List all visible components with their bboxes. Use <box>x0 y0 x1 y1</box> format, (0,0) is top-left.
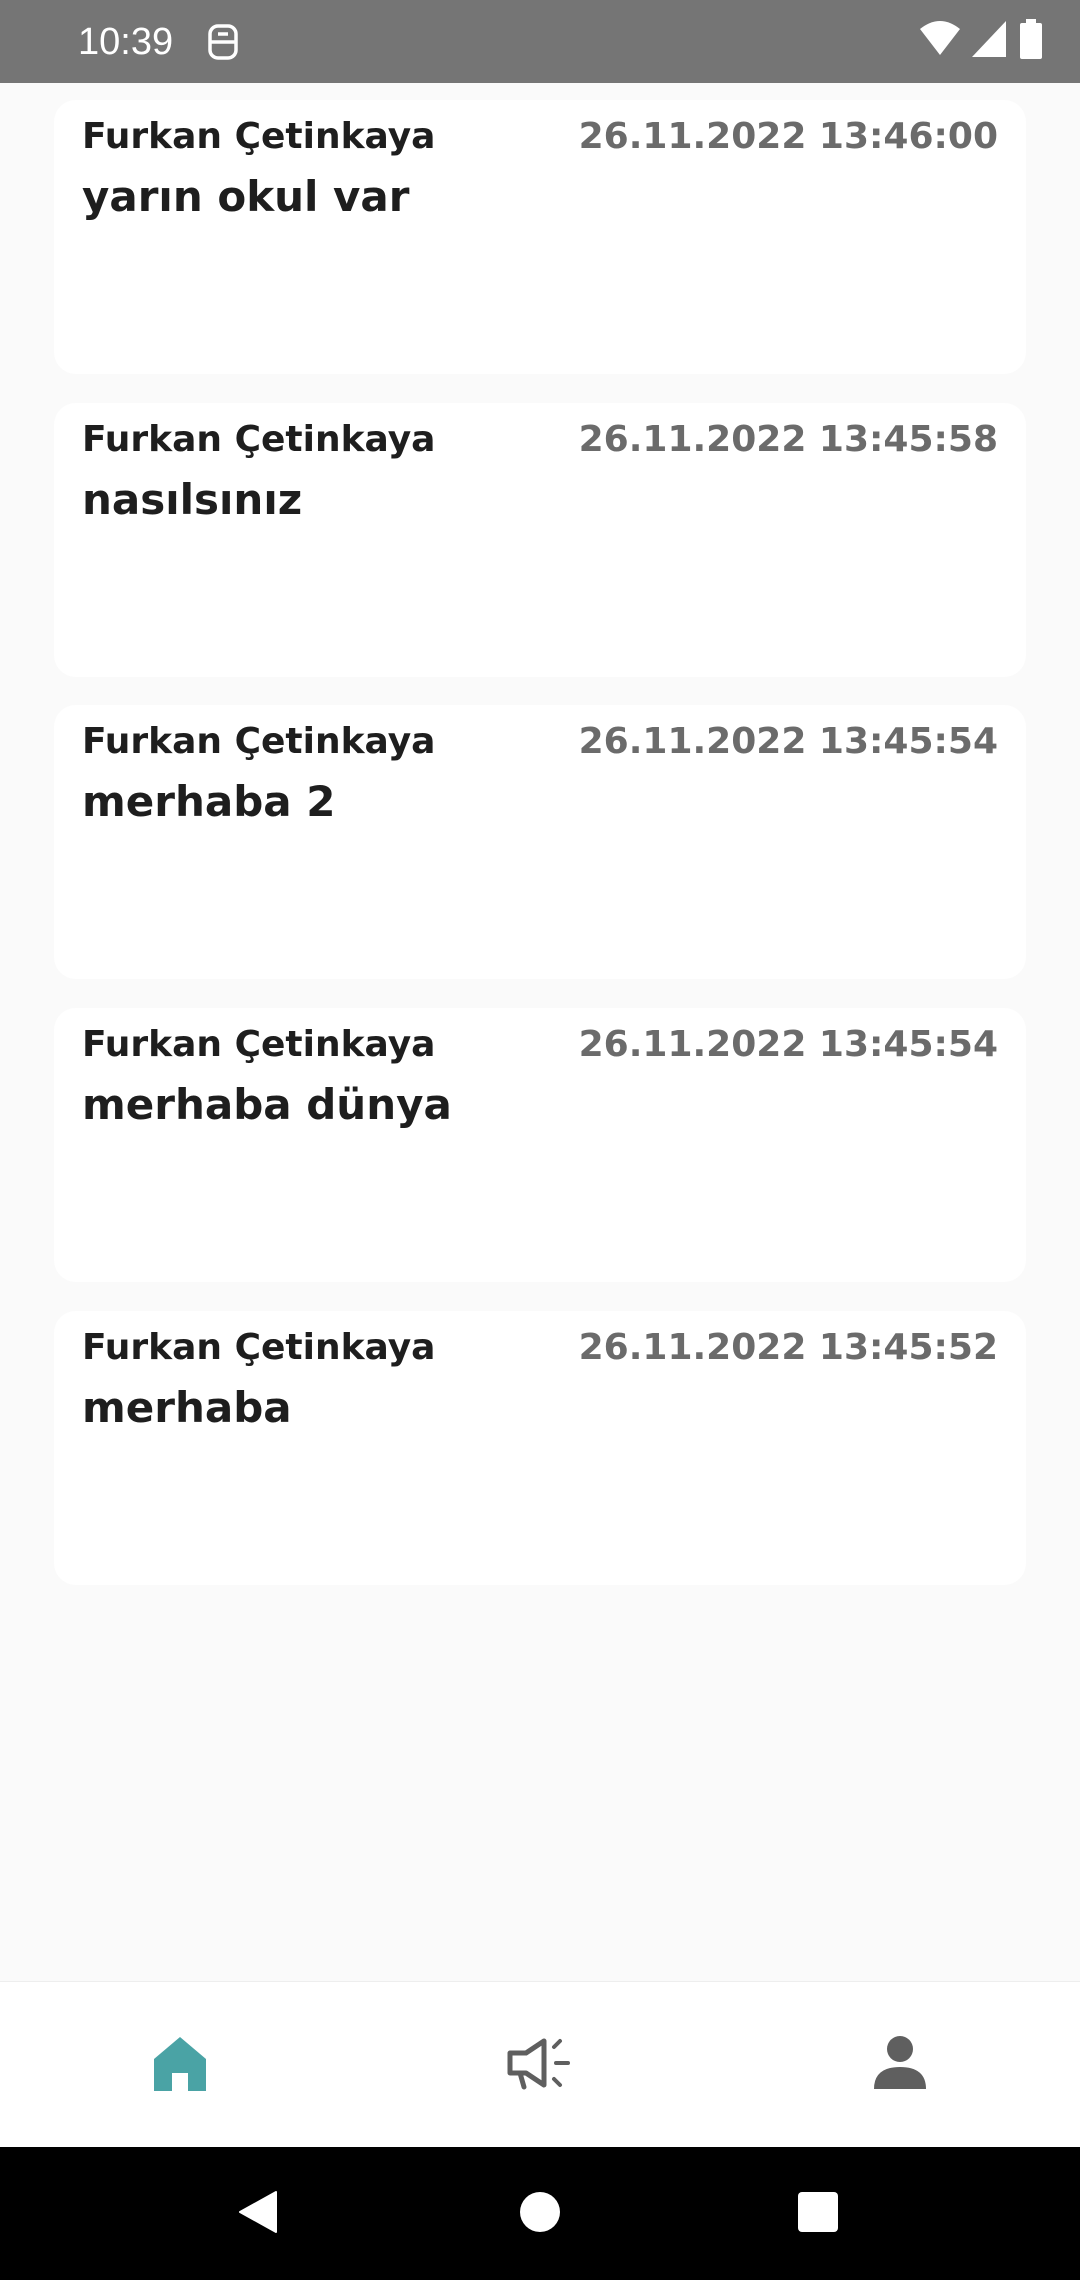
cellular-signal-icon <box>970 19 1010 63</box>
post-card[interactable]: Furkan Çetinkaya 26.11.2022 13:45:52 mer… <box>54 1311 1026 1585</box>
post-card[interactable]: Furkan Çetinkaya 26.11.2022 13:45:54 mer… <box>54 1008 1026 1282</box>
recents-button[interactable] <box>758 2147 878 2280</box>
post-card[interactable]: Furkan Çetinkaya 26.11.2022 13:46:00 yar… <box>54 100 1026 374</box>
status-time: 10:39 <box>78 21 174 63</box>
home-icon <box>150 2033 210 2097</box>
back-button[interactable] <box>198 2147 318 2280</box>
nav-announcements-tab[interactable] <box>360 1982 720 2148</box>
post-author: Furkan Çetinkaya <box>82 419 436 460</box>
home-circle-icon <box>518 2190 562 2238</box>
post-timestamp: 26.11.2022 13:45:54 <box>578 721 998 762</box>
app-notification-icon <box>206 22 240 62</box>
megaphone-icon <box>504 2033 576 2097</box>
post-card[interactable]: Furkan Çetinkaya 26.11.2022 13:45:54 mer… <box>54 705 1026 979</box>
post-author: Furkan Çetinkaya <box>82 1024 436 1065</box>
battery-icon <box>1018 19 1044 63</box>
nav-profile-tab[interactable] <box>720 1982 1080 2148</box>
post-message: merhaba dünya <box>82 1080 452 1129</box>
post-message: yarın okul var <box>82 172 410 221</box>
nav-home-tab[interactable] <box>0 1982 360 2148</box>
post-timestamp: 26.11.2022 13:45:54 <box>578 1024 998 1065</box>
wifi-icon <box>918 19 962 63</box>
post-card[interactable]: Furkan Çetinkaya 26.11.2022 13:45:58 nas… <box>54 403 1026 677</box>
post-message: merhaba 2 <box>82 777 336 826</box>
post-message: nasılsınız <box>82 475 303 524</box>
status-bar: 10:39 <box>0 0 1080 83</box>
system-home-button[interactable] <box>480 2147 600 2280</box>
post-author: Furkan Çetinkaya <box>82 1327 436 1368</box>
recents-icon <box>797 2191 839 2237</box>
post-feed[interactable]: Furkan Çetinkaya 26.11.2022 13:46:00 yar… <box>0 83 1080 1981</box>
post-author: Furkan Çetinkaya <box>82 116 436 157</box>
post-message: merhaba <box>82 1383 292 1432</box>
post-timestamp: 26.11.2022 13:45:52 <box>578 1327 998 1368</box>
bottom-navigation <box>0 1981 1080 2147</box>
person-icon <box>870 2033 930 2097</box>
status-icons <box>918 19 1044 63</box>
system-navigation-bar <box>0 2147 1080 2280</box>
post-timestamp: 26.11.2022 13:46:00 <box>578 116 998 157</box>
back-icon <box>236 2188 280 2240</box>
post-author: Furkan Çetinkaya <box>82 721 436 762</box>
post-timestamp: 26.11.2022 13:45:58 <box>578 419 998 460</box>
